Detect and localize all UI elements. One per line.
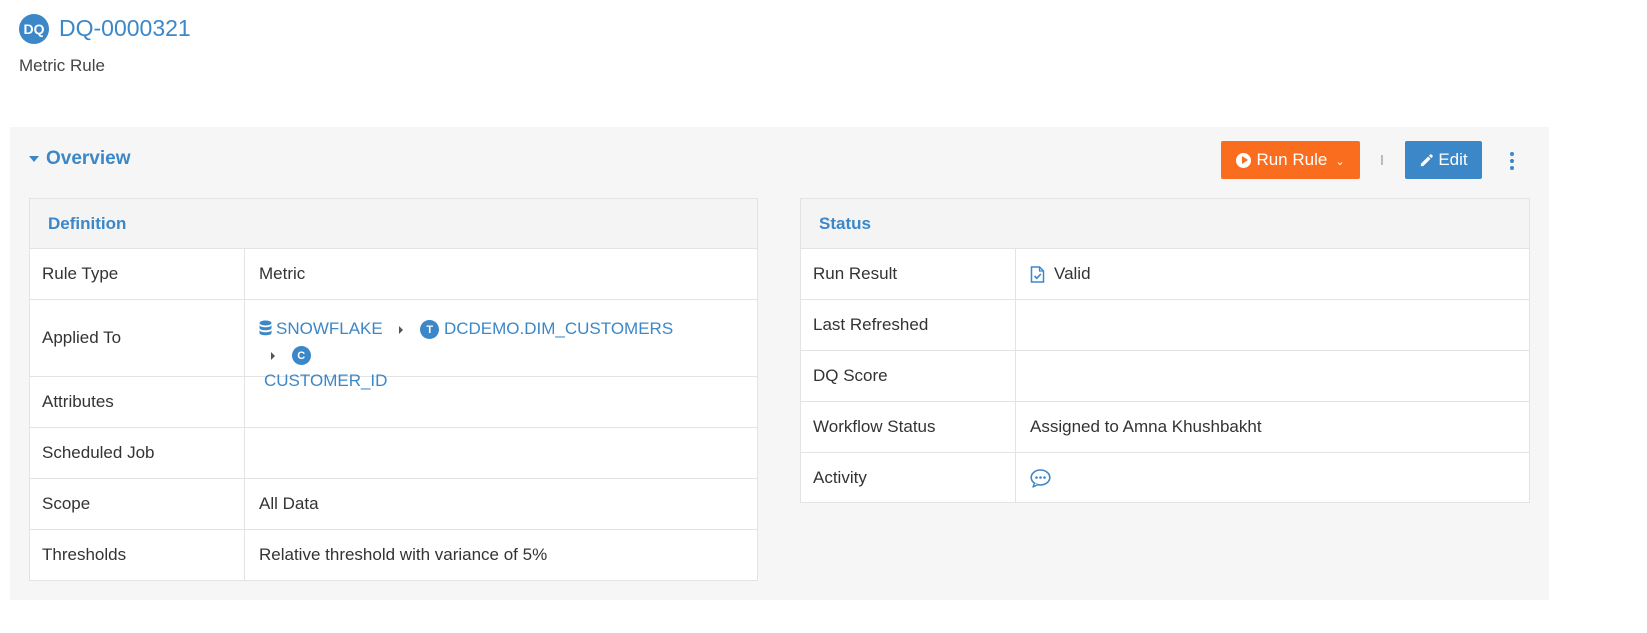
last-refreshed-label: Last Refreshed [801,300,1016,350]
dq-badge: DQ [19,14,49,44]
breadcrumb-arrow-icon [271,351,275,360]
workflow-status-value: Assigned to Amna Khushbakht [1030,417,1262,436]
run-result-text: Valid [1054,264,1091,283]
comment-icon[interactable] [1030,468,1051,488]
dq-score-label: DQ Score [801,351,1016,401]
edit-button[interactable]: Edit [1405,141,1482,179]
scope-label: Scope [30,479,245,529]
pencil-icon [1421,153,1434,166]
row-run-result: Run Result Valid [801,249,1529,300]
row-rule-type: Rule Type Metric [30,249,757,300]
more-options-icon[interactable] [1502,147,1522,175]
overview-panel: Overview Run Rule ⌄ Edit Definition Rule… [10,127,1549,600]
chevron-down-icon: ⌄ [1335,155,1345,168]
row-scheduled-job: Scheduled Job [30,428,757,479]
scheduled-job-label: Scheduled Job [30,428,245,478]
last-refreshed-value [1016,300,1529,350]
row-activity: Activity [801,453,1529,503]
rule-type-value: Metric [259,264,306,283]
edit-label: Edit [1438,150,1468,169]
attributes-value [245,377,757,427]
run-result-value: Valid [1016,249,1529,299]
database-icon [259,320,272,336]
overview-toggle[interactable]: Overview [29,148,131,170]
column-icon: C [291,346,311,366]
caret-down-icon [29,156,39,162]
row-last-refreshed: Last Refreshed [801,300,1529,351]
breadcrumb-arrow-icon [399,325,404,334]
dq-score-value [1016,351,1529,401]
applied-to-label: Applied To [30,300,245,376]
row-scope: Scope All Data [30,479,757,530]
thresholds-value: Relative threshold with variance of 5% [259,545,548,564]
database-link[interactable]: SNOWFLAKE [276,319,383,338]
row-workflow-status: Workflow Status Assigned to Amna Khushba… [801,402,1529,453]
document-check-icon [1030,265,1045,283]
page-title: DQ-0000321 [59,15,191,41]
scheduled-job-value [245,428,757,478]
row-attributes: Attributes [30,377,757,428]
table-icon: T [420,320,440,340]
status-card: Status Run Result Valid Last Refreshed D… [800,198,1530,503]
definition-card: Definition Rule Type Metric Applied To S… [29,198,758,581]
workflow-status-label: Workflow Status [801,402,1016,452]
definition-title: Definition [30,199,757,249]
toolbar-divider [1381,155,1383,165]
row-applied-to: Applied To SNOWFLAKE T DCDEMO.DIM_CUSTOM… [30,300,757,390]
row-thresholds: Thresholds Relative threshold with varia… [30,530,757,580]
activity-value [1016,453,1529,503]
attributes-label: Attributes [30,377,245,427]
overview-title: Overview [46,148,131,169]
page-subtitle: Metric Rule [19,56,105,75]
rule-type-label: Rule Type [30,249,245,299]
run-result-label: Run Result [801,249,1016,299]
run-rule-label: Run Rule [1256,150,1328,169]
applied-to-value: SNOWFLAKE T DCDEMO.DIM_CUSTOMERS C CUSTO… [245,300,757,390]
row-dq-score: DQ Score [801,351,1529,402]
run-rule-button[interactable]: Run Rule ⌄ [1221,141,1360,179]
scope-value: All Data [259,494,319,513]
status-title: Status [801,199,1529,249]
thresholds-label: Thresholds [30,530,245,580]
activity-label: Activity [801,453,1016,503]
play-icon [1236,152,1252,168]
table-link[interactable]: DCDEMO.DIM_CUSTOMERS [444,319,673,338]
